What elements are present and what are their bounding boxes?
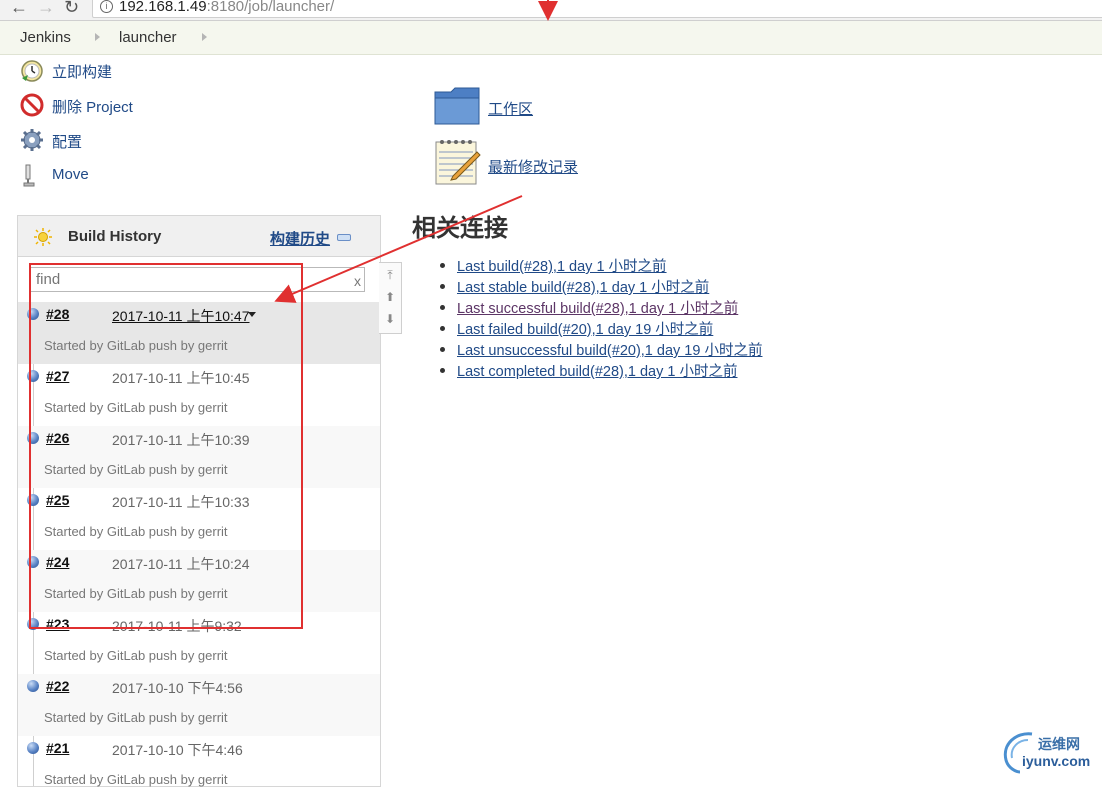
status-ball-icon	[27, 680, 39, 692]
task-label: 配置	[52, 134, 83, 151]
watermark-logo: 运维网 iyunv.com	[998, 728, 1102, 776]
info-icon[interactable]: i	[100, 0, 113, 13]
folder-icon	[434, 87, 480, 125]
task-label: 删除 Project	[52, 99, 133, 116]
workspace-link[interactable]: 工作区	[488, 98, 533, 119]
last-completed-build-link[interactable]: Last completed build(#28),1 day 1 小时之前	[457, 364, 737, 380]
breadcrumb-chevron-icon[interactable]	[95, 33, 100, 41]
url-host: 192.168.1.49	[119, 0, 207, 15]
build-row[interactable]: #22 2017-10-10 下午4:56 Started by GitLab …	[18, 674, 380, 736]
build-number-link[interactable]: #22	[46, 678, 69, 694]
scroll-down-icon[interactable]: ⬇	[384, 312, 396, 326]
build-number-link[interactable]: #21	[46, 740, 69, 756]
scroll-top-icon[interactable]: ⤒	[384, 268, 396, 282]
build-date: 2017-10-10 下午4:56	[112, 680, 243, 696]
list-item: Last unsuccessful build(#20),1 day 19 小时…	[440, 339, 762, 360]
build-history-header: Build History 构建历史	[18, 216, 380, 257]
build-description: Started by GitLab push by gerrit	[44, 772, 228, 787]
build-row[interactable]: #21 2017-10-10 下午4:46 Started by GitLab …	[18, 736, 380, 798]
url-path: :8180/job/launcher/	[206, 0, 335, 15]
last-successful-build-link[interactable]: Last successful build(#28),1 day 1 小时之前	[457, 301, 738, 317]
browser-address-bar: ← → ↻ i 192.168.1.49:8180/job/launcher/	[0, 0, 1102, 21]
build-trend-link[interactable]: 构建历史	[270, 228, 330, 249]
list-item: Last build(#28),1 day 1 小时之前	[440, 255, 762, 276]
build-now-icon	[21, 60, 43, 82]
list-item: Last failed build(#20),1 day 19 小时之前	[440, 318, 762, 339]
breadcrumb-launcher[interactable]: launcher	[119, 29, 177, 46]
url-field[interactable]: i 192.168.1.49:8180/job/launcher/	[92, 0, 1102, 18]
list-item: Last completed build(#28),1 day 1 小时之前	[440, 360, 762, 381]
gear-icon	[21, 129, 43, 151]
breadcrumb: Jenkins launcher	[0, 21, 1102, 55]
build-date: 2017-10-10 下午4:46	[112, 742, 243, 758]
task-label: Move	[52, 166, 89, 183]
watermark-text-bottom: iyunv.com	[1022, 753, 1091, 769]
list-item: Last successful build(#28),1 day 1 小时之前	[440, 297, 762, 318]
url-text: 192.168.1.49:8180/job/launcher/	[119, 0, 334, 15]
last-unsuccessful-build-link[interactable]: Last unsuccessful build(#20),1 day 19 小时…	[457, 343, 762, 359]
notepad-icon	[435, 140, 481, 185]
changes-link[interactable]: 最新修改记录	[488, 156, 578, 177]
back-arrow-icon[interactable]: ←	[10, 0, 28, 18]
build-description: Started by GitLab push by gerrit	[44, 648, 228, 663]
delete-icon	[20, 93, 44, 117]
watermark-text-top: 运维网	[1038, 736, 1080, 752]
task-label: 立即构建	[52, 64, 113, 81]
changes-item[interactable]: 最新修改记录	[433, 138, 633, 188]
sun-icon	[34, 228, 52, 246]
last-failed-build-link[interactable]: Last failed build(#20),1 day 19 小时之前	[457, 322, 713, 338]
forward-arrow-icon[interactable]: →	[37, 0, 55, 18]
history-scroll-controls: ⤒ ⬆ ⬇	[379, 262, 402, 334]
last-build-link[interactable]: Last build(#28),1 day 1 小时之前	[457, 259, 667, 275]
move-icon	[23, 164, 35, 187]
list-item: Last stable build(#28),1 day 1 小时之前	[440, 276, 762, 297]
reload-icon[interactable]: ↻	[64, 0, 79, 18]
last-stable-build-link[interactable]: Last stable build(#28),1 day 1 小时之前	[457, 280, 709, 296]
build-description: Started by GitLab push by gerrit	[44, 710, 228, 725]
status-ball-icon	[27, 742, 39, 754]
related-links-heading: 相关连接	[412, 215, 508, 242]
workspace-item[interactable]: 工作区	[433, 84, 633, 134]
clear-search-icon[interactable]: x	[354, 273, 361, 289]
related-links-list: Last build(#28),1 day 1 小时之前 Last stable…	[440, 255, 762, 381]
breadcrumb-jenkins[interactable]: Jenkins	[20, 29, 71, 46]
annotation-box	[29, 263, 303, 629]
breadcrumb-chevron-icon[interactable]	[202, 33, 207, 41]
collapse-icon[interactable]	[337, 234, 351, 241]
scroll-up-icon[interactable]: ⬆	[384, 290, 396, 304]
build-history-title: Build History	[68, 228, 162, 245]
